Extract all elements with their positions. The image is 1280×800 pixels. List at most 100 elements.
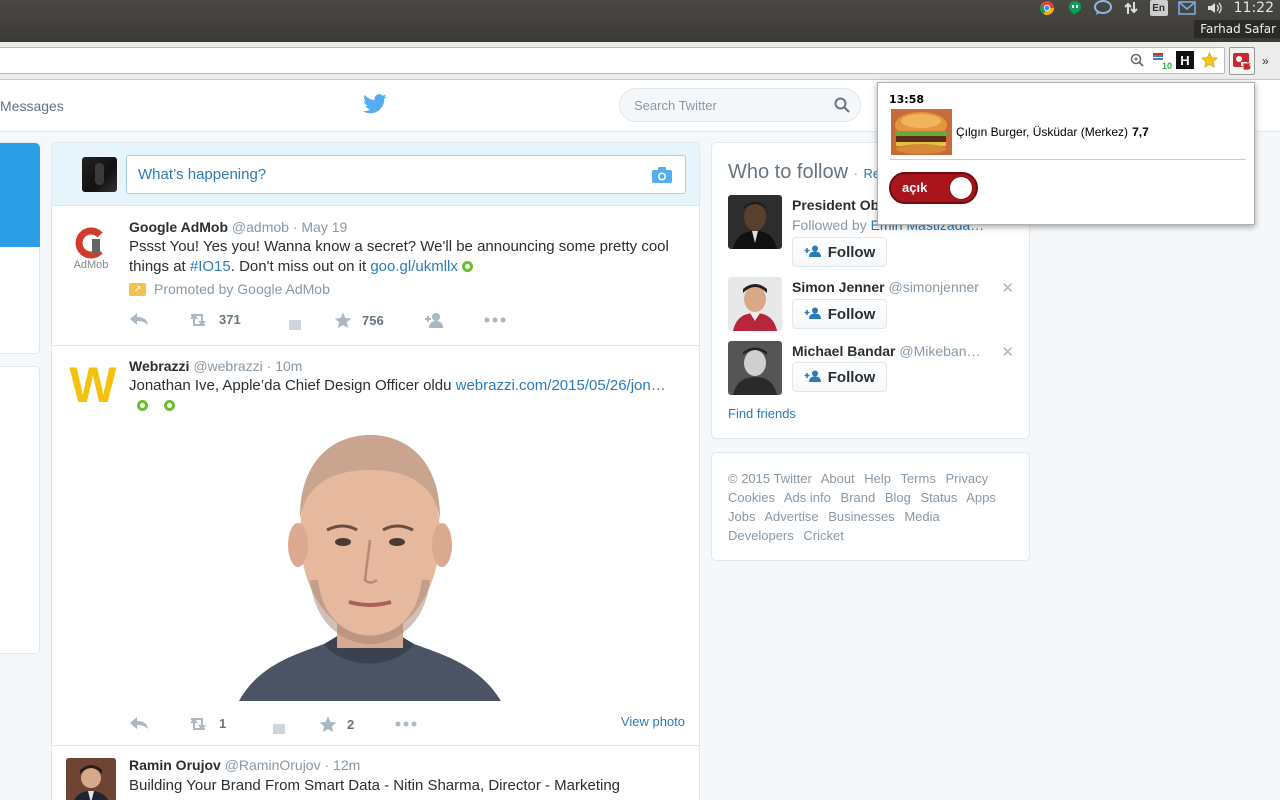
more-icon[interactable] [395, 721, 417, 727]
footer-link[interactable]: Jobs [728, 509, 755, 524]
retweet-button[interactable]: 371 [187, 312, 241, 327]
favorite-button[interactable]: 2 [319, 716, 354, 733]
volume-icon[interactable] [1206, 0, 1224, 16]
tweet-author[interactable]: Google AdMob [129, 219, 228, 235]
tweet[interactable]: AdMob Google AdMob @admob · May 19 Pssst… [52, 207, 699, 346]
footer-link[interactable]: About [821, 471, 855, 486]
ramin-avatar[interactable] [66, 758, 116, 800]
tweet-text-part: Jonathan Ive, Apple’da Chief Design Offi… [129, 377, 456, 394]
more-icon[interactable] [484, 317, 506, 323]
more-extensions-icon[interactable]: » [1262, 54, 1269, 68]
follow-button[interactable]: Follow [792, 299, 887, 329]
admob-avatar[interactable]: AdMob [66, 221, 116, 271]
h-extension-icon[interactable]: H [1176, 51, 1194, 69]
avatar[interactable] [82, 157, 117, 192]
bookmark-star-icon[interactable] [1200, 51, 1218, 69]
footer-link[interactable]: Blog [885, 490, 911, 505]
trends-card [0, 366, 40, 654]
suggested-user[interactable]: Simon Jenner @simonjenner ✕ Follow [728, 277, 1018, 333]
user-name[interactable]: President Ob [792, 197, 879, 213]
mail-icon[interactable] [1177, 0, 1196, 16]
tweet-link[interactable]: goo.gl/ukmllx [370, 258, 458, 275]
footer-link[interactable]: Advertise [764, 509, 818, 524]
promoted-text[interactable]: Promoted by Google AdMob [154, 281, 330, 297]
translate-counter-icon[interactable]: 10 [1152, 51, 1172, 71]
footer-link[interactable]: Developers [728, 528, 794, 543]
dismiss-icon[interactable]: ✕ [1001, 279, 1014, 297]
follow-button[interactable]: Follow [792, 362, 887, 392]
tweet-time[interactable]: · May 19 [293, 219, 347, 235]
tweet-handle[interactable]: @webrazzi [193, 358, 262, 374]
retweet-button[interactable]: 1 [187, 716, 226, 731]
reply-icon[interactable] [129, 312, 149, 326]
tweet-link[interactable]: webrazzi.com/2015/05/26/jon… [456, 377, 666, 394]
nav-messages[interactable]: Messages [0, 98, 64, 114]
follow-user-icon[interactable] [424, 312, 446, 328]
tweet-author[interactable]: Ramin Orujov [129, 757, 221, 773]
dm-icon[interactable] [289, 320, 301, 330]
follow-button[interactable]: Follow [792, 237, 887, 267]
tweet-photo[interactable] [239, 430, 501, 701]
user-name[interactable]: Michael Bandar [792, 343, 895, 359]
address-bar[interactable]: 10 H [0, 47, 1225, 74]
user-handle[interactable]: @simonjenner [888, 279, 978, 295]
profile-banner [0, 143, 40, 247]
on-off-toggle[interactable]: açık [889, 172, 978, 204]
footer-link[interactable]: Help [864, 471, 891, 486]
avatar[interactable] [728, 277, 782, 331]
zoom-icon[interactable] [1128, 51, 1146, 69]
user-name[interactable]: Simon Jenner [792, 279, 885, 295]
suggested-user[interactable]: Michael Bandar @Mikeban… ✕ Follow [728, 341, 1018, 397]
twitter-bird-icon[interactable] [363, 94, 387, 116]
clock[interactable]: 11:22 [1234, 0, 1274, 16]
tweet-handle[interactable]: @admob [232, 219, 289, 235]
tweet-time[interactable]: · 12m [324, 757, 360, 773]
tweet[interactable]: Ramin Orujov @RaminOrujov · 12m Building… [52, 746, 699, 800]
find-friends-link[interactable]: Find friends [728, 406, 796, 421]
webrazzi-avatar[interactable]: W [66, 357, 117, 413]
tweet-handle[interactable]: @RaminOrujov [225, 757, 321, 773]
keyboard-layout-icon[interactable]: En [1149, 0, 1168, 16]
tweet-author[interactable]: Webrazzi [129, 358, 189, 374]
dismiss-icon[interactable]: ✕ [1001, 343, 1014, 361]
hashtag-link[interactable]: #IO15 [190, 258, 231, 275]
footer-link[interactable]: Media [904, 509, 939, 524]
os-top-panel: En 11:22 Farhad Safar [0, 0, 1280, 42]
tweet[interactable]: W Webrazzi @webrazzi · 10m Jonathan Ive,… [52, 346, 699, 746]
compose-input[interactable]: What’s happening? [126, 155, 686, 194]
footer-link[interactable]: Apps [966, 490, 996, 505]
user-handle[interactable]: @Mikeban… [899, 343, 980, 359]
footer-link[interactable]: © 2015 Twitter [728, 471, 812, 486]
avatar[interactable] [728, 341, 782, 395]
reply-icon[interactable] [129, 716, 149, 730]
chrome-icon[interactable] [1038, 0, 1056, 16]
footer-link[interactable]: Privacy [945, 471, 988, 486]
footer-link[interactable]: Cookies [728, 490, 775, 505]
network-transfer-icon[interactable] [1122, 0, 1140, 16]
search-icon[interactable] [834, 97, 850, 113]
tweet-time[interactable]: · 10m [267, 358, 303, 374]
footer-link[interactable]: Businesses [828, 509, 894, 524]
messaging-icon[interactable] [1093, 0, 1112, 16]
tweet-actions: 1 2 [129, 716, 689, 736]
suggested-user-name[interactable]: Michael Bandar @Mikeban… [792, 343, 1007, 359]
favorite-button[interactable]: 756 [334, 312, 384, 329]
footer-link[interactable]: Brand [840, 490, 875, 505]
camera-icon[interactable] [651, 166, 673, 184]
popup-restaurant[interactable]: Çılgın Burger, Üsküdar (Merkez) 7,7 [956, 125, 1149, 139]
view-photo-link[interactable]: View photo [621, 714, 685, 729]
hangouts-icon[interactable] [1066, 0, 1084, 16]
restaurant-extension-button[interactable]: 1 [1229, 47, 1255, 75]
extension-popup: 13:58 Çılgın Burger, Üsküdar (Merkez) 7,7… [877, 82, 1255, 225]
user-menu[interactable]: Farhad Safar [1194, 20, 1280, 38]
tweet-compose: What’s happening? [52, 143, 699, 206]
footer-links: © 2015 Twitter About Help Terms Privacy … [728, 469, 1018, 545]
search-input[interactable]: Search Twitter [619, 88, 861, 122]
footer-link[interactable]: Terms [900, 471, 935, 486]
suggested-user-name[interactable]: Simon Jenner @simonjenner [792, 279, 1007, 295]
footer-link[interactable]: Cricket [803, 528, 843, 543]
dm-icon[interactable] [273, 724, 285, 734]
avatar[interactable] [728, 195, 782, 249]
footer-link[interactable]: Ads info [784, 490, 831, 505]
footer-link[interactable]: Status [920, 490, 957, 505]
